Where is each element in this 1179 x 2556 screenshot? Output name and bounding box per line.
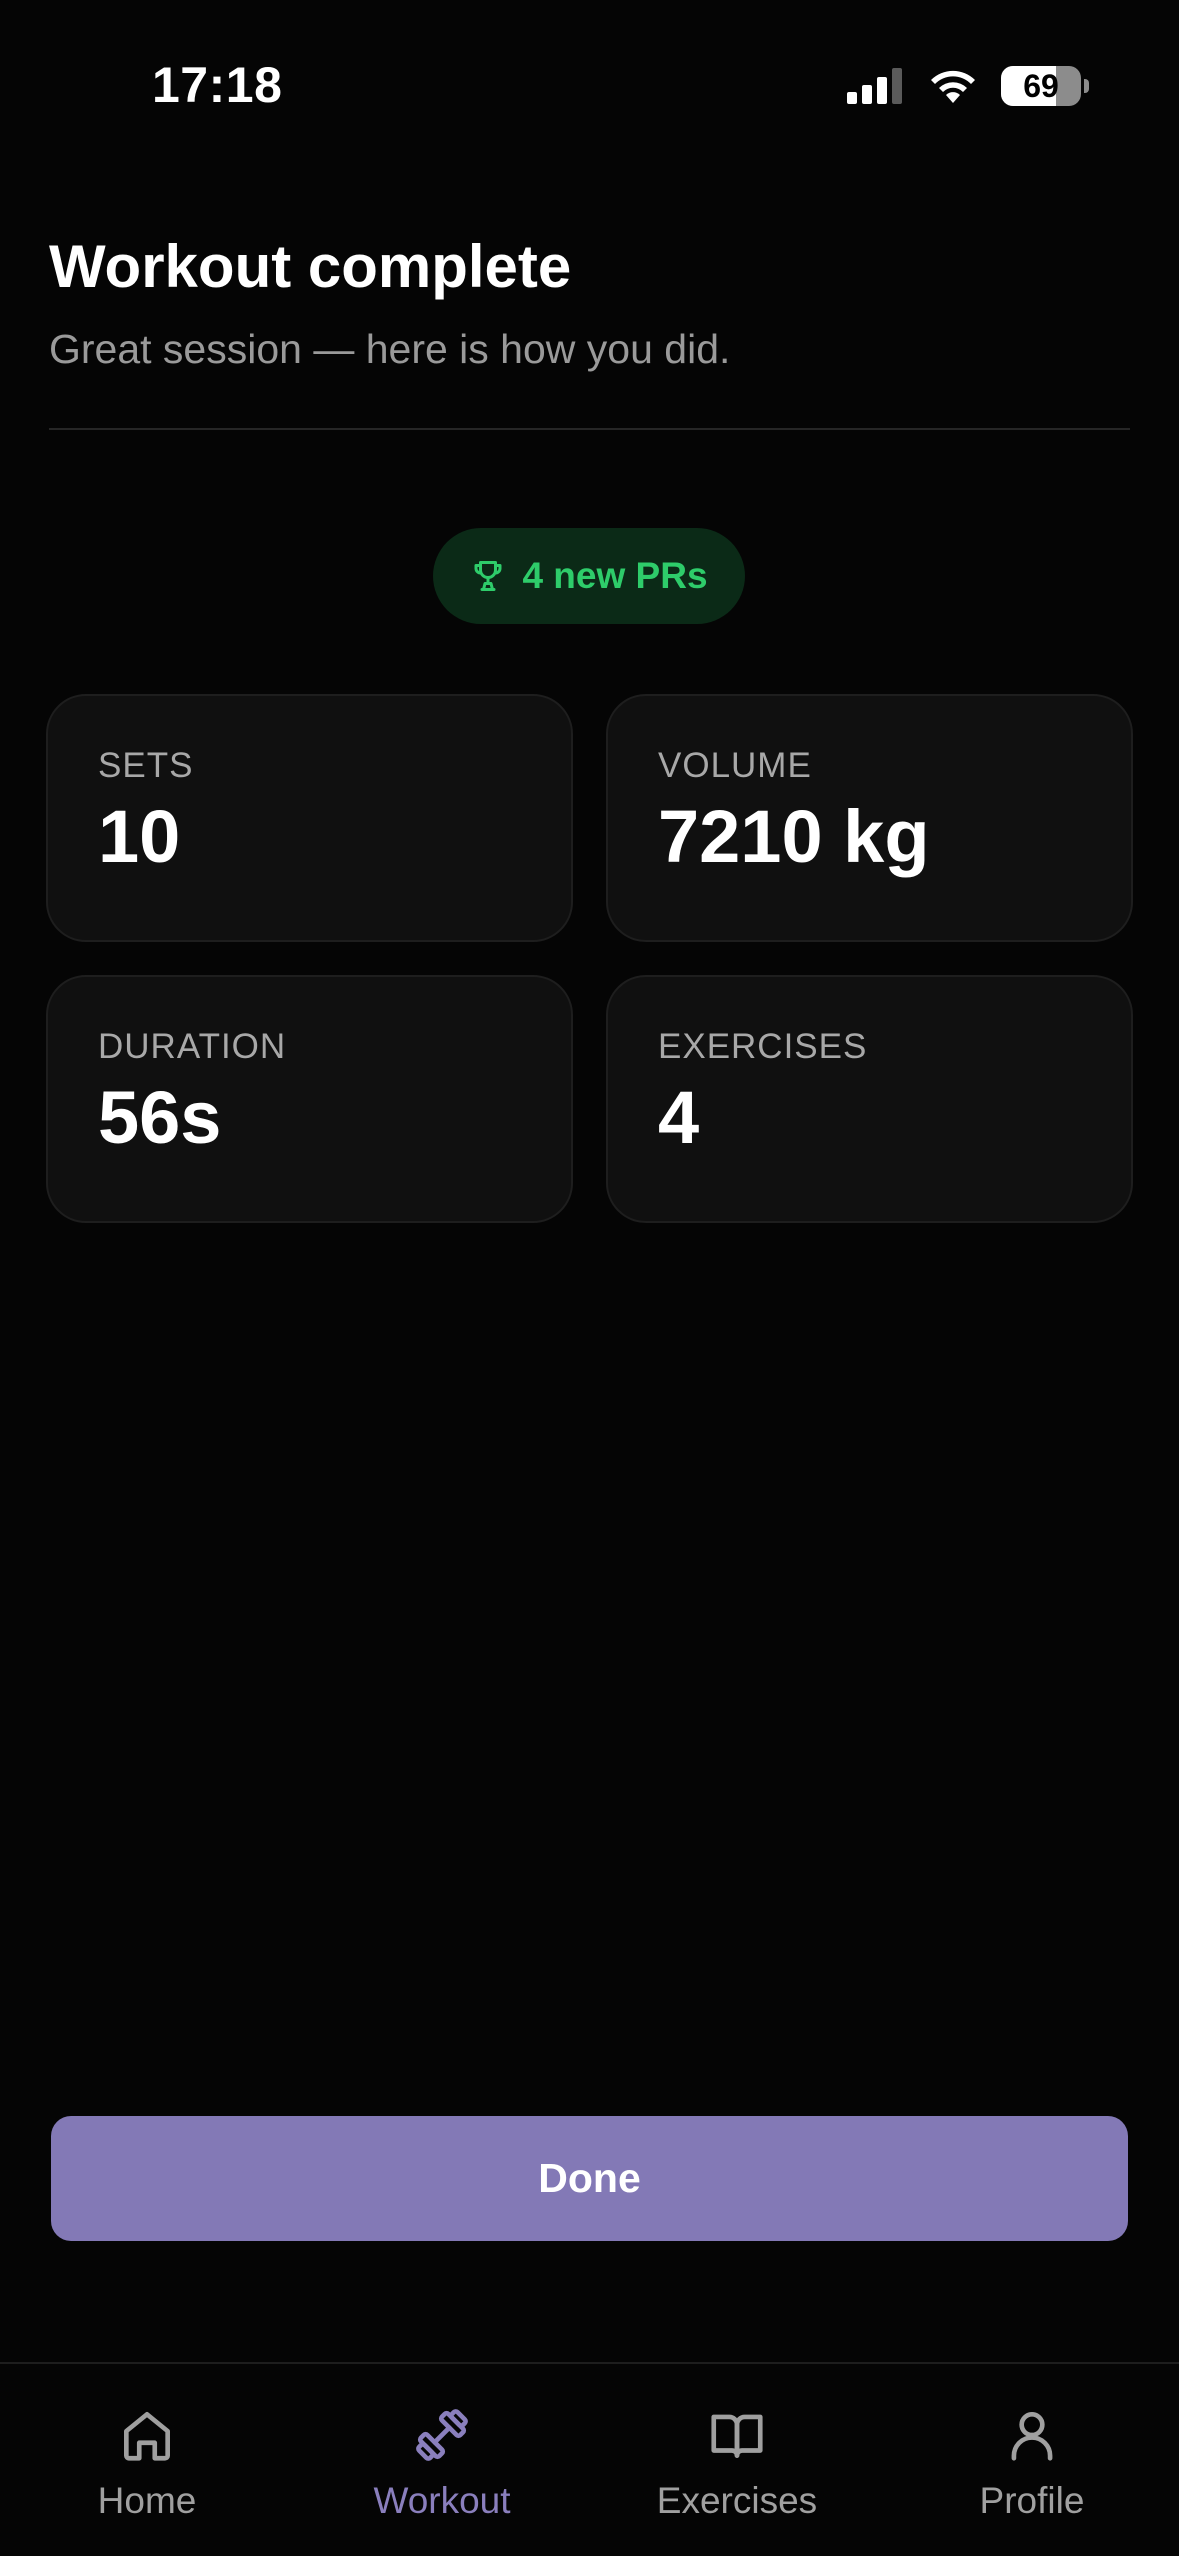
- stat-value: 7210 kg: [658, 795, 930, 878]
- stat-card-sets: SETS 10: [46, 694, 573, 942]
- home-icon: [124, 2412, 170, 2461]
- page-title: Workout complete: [49, 233, 572, 300]
- person-icon: [1011, 2412, 1053, 2461]
- nav-label: Home: [97, 2480, 197, 2521]
- pr-badge: 4 new PRs: [433, 528, 745, 624]
- nav-item-workout[interactable]: Workout: [322, 2404, 562, 2522]
- status-icons: 69: [847, 62, 1089, 110]
- dumbbell-icon: [416, 2409, 468, 2461]
- stat-label: EXERCISES: [658, 1027, 868, 1066]
- trophy-icon: [474, 561, 502, 591]
- stat-card-volume: VOLUME 7210 kg: [606, 694, 1133, 942]
- book-icon: [711, 2414, 763, 2458]
- bottom-nav: Home Workout Exercises Profile: [0, 2362, 1179, 2556]
- stat-value: 4: [658, 1076, 700, 1159]
- stats-grid: SETS 10 VOLUME 7210 kg DURATION 56s EXER…: [46, 694, 1133, 1223]
- nav-label: Profile: [979, 2480, 1085, 2521]
- nav-item-exercises[interactable]: Exercises: [617, 2404, 857, 2522]
- cellular-signal-icon: [847, 68, 902, 104]
- nav-label: Workout: [373, 2480, 511, 2521]
- stat-label: DURATION: [98, 1027, 287, 1066]
- wifi-icon: [931, 70, 975, 103]
- pr-badge-label: 4 new PRs: [522, 555, 708, 596]
- battery-level: 69: [1023, 67, 1059, 104]
- battery-icon: 69: [1001, 66, 1089, 106]
- stat-card-duration: DURATION 56s: [46, 975, 573, 1223]
- battery-cap: [1084, 79, 1089, 93]
- stat-card-exercises: EXERCISES 4: [606, 975, 1133, 1223]
- status-bar: 17:18 69: [0, 0, 1179, 150]
- stat-label: VOLUME: [658, 746, 812, 785]
- nav-label: Exercises: [656, 2480, 818, 2521]
- status-time: 17:18: [152, 57, 283, 113]
- stat-label: SETS: [98, 746, 194, 785]
- nav-item-profile[interactable]: Profile: [912, 2404, 1152, 2522]
- done-button[interactable]: Done: [51, 2116, 1128, 2241]
- stat-value: 10: [98, 795, 181, 878]
- page-subtitle: Great session — here is how you did.: [49, 326, 731, 372]
- nav-item-home[interactable]: Home: [27, 2404, 267, 2522]
- header-divider: [49, 428, 1130, 430]
- stat-value: 56s: [98, 1076, 222, 1159]
